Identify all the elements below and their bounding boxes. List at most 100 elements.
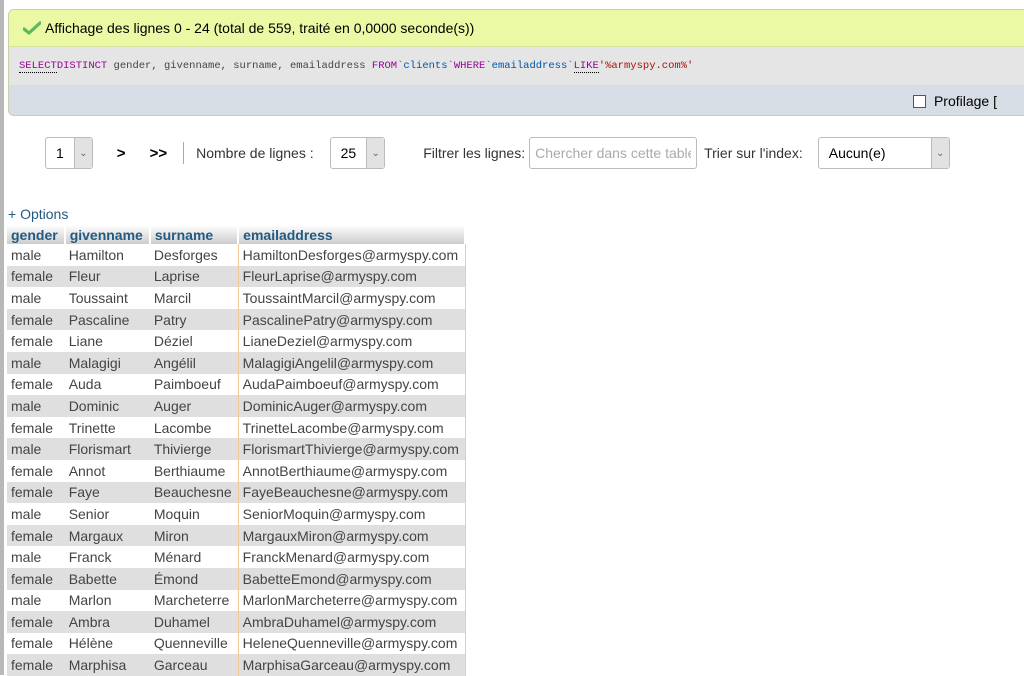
table-row[interactable]: female Liane Déziel LianeDeziel@armyspy.com xyxy=(7,330,466,352)
column-header-emailaddress[interactable]: emailaddress xyxy=(238,225,467,244)
column-header-givenname[interactable]: givenname xyxy=(64,225,151,244)
sql-keyword-from: FROM xyxy=(371,60,398,72)
last-page-button[interactable]: >> xyxy=(150,145,168,162)
rows-per-page-select[interactable]: 25 ⌄ xyxy=(329,137,386,169)
cell-surname: Émond xyxy=(149,567,239,590)
header-row: gender givenname surname emailaddress xyxy=(7,225,467,244)
table-row[interactable]: female Trinette Lacombe TrinetteLacombe@arm… xyxy=(7,416,466,439)
cell-surname: Miron xyxy=(149,524,239,547)
filter-rows-input[interactable] xyxy=(529,137,698,169)
next-page-button[interactable]: > xyxy=(117,145,126,162)
cell-givenname: Fleur xyxy=(64,265,150,288)
cell-givenname: Marlon xyxy=(64,589,150,612)
cell-givenname: Dominic xyxy=(64,395,150,417)
table-row[interactable]: female Marphisa Garceau MarphisaGarceau@arm… xyxy=(7,654,466,676)
sort-index-select[interactable]: Aucun(e) ⌄ xyxy=(817,137,950,169)
sql-column: `emailaddress` xyxy=(485,60,574,72)
cell-emailaddress: MarlonMarcheterre@armyspy.com xyxy=(237,589,466,612)
cell-emailaddress: FayeBeauchesne@armyspy.com xyxy=(237,481,466,504)
table-row[interactable]: female Auda Paimboeuf AudaPaimboeuf@armyspy… xyxy=(7,373,466,396)
cell-gender: male xyxy=(7,395,65,417)
cell-emailaddress: AnnotBerthiaume@armyspy.com xyxy=(237,459,466,482)
sql-table: `clients` xyxy=(397,60,454,72)
rows-label: Nombre de lignes : xyxy=(196,145,314,161)
cell-givenname: Malagigi xyxy=(64,351,150,374)
cell-gender: male xyxy=(7,438,65,460)
table-row[interactable]: female Hélène Quenneville HeleneQuenneville… xyxy=(7,632,466,655)
cell-givenname: Margaux xyxy=(64,524,150,547)
cell-surname: Patry xyxy=(149,308,239,331)
table-row[interactable]: female Babette Émond BabetteEmond@armyspy.c… xyxy=(7,567,466,590)
cell-emailaddress: BabetteEmond@armyspy.com xyxy=(237,567,466,590)
cell-emailaddress: FleurLaprise@armyspy.com xyxy=(237,265,466,288)
cell-givenname: Ambra xyxy=(64,611,150,633)
table-row[interactable]: male Franck Ménard FranckMenard@armyspy.com xyxy=(7,546,466,568)
cell-surname: Déziel xyxy=(149,330,239,352)
cell-emailaddress: AmbraDuhamel@armyspy.com xyxy=(237,611,466,633)
cell-emailaddress: HeleneQuenneville@armyspy.com xyxy=(237,632,466,655)
cell-gender: female xyxy=(7,524,65,547)
options-link[interactable]: + Options xyxy=(8,206,68,222)
cell-emailaddress: LianeDeziel@armyspy.com xyxy=(237,330,466,352)
table-row[interactable]: female Margaux Miron MargauxMiron@armyspy.c… xyxy=(7,524,466,547)
profiling-label: Profilage [ xyxy=(933,93,997,109)
cell-emailaddress: MargauxMiron@armyspy.com xyxy=(237,524,466,547)
cell-surname: Berthiaume xyxy=(149,459,239,482)
table-row[interactable]: female Fleur Laprise FleurLaprise@armyspy.c… xyxy=(7,265,466,288)
column-header-surname[interactable]: surname xyxy=(149,225,240,244)
page-select[interactable]: 1 ⌄ xyxy=(45,137,93,169)
page-select-value: 1 xyxy=(56,145,64,161)
profiling-checkbox[interactable] xyxy=(912,94,926,108)
cell-surname: Auger xyxy=(149,395,239,417)
cell-emailaddress: FlorismartThivierge@armyspy.com xyxy=(237,438,466,460)
cell-emailaddress: MalagigiAngelil@armyspy.com xyxy=(237,351,466,374)
sql-pattern: '%armyspy.com%' xyxy=(598,60,694,72)
profiling-bar: Profilage [ xyxy=(9,85,1024,115)
cell-gender: male xyxy=(7,546,65,568)
table-row[interactable]: male Senior Moquin SeniorMoquin@armyspy.com xyxy=(7,503,466,525)
table-row[interactable]: female Ambra Duhamel AmbraDuhamel@armyspy.c… xyxy=(7,611,466,633)
sql-keyword-where: WHERE xyxy=(453,60,486,72)
table-row[interactable]: male Florismart Thivierge FlorismartThivier… xyxy=(7,438,466,460)
cell-surname: Marcheterre xyxy=(149,589,239,612)
cell-surname: Laprise xyxy=(149,265,239,288)
cell-givenname: Pascaline xyxy=(64,308,150,331)
status-text: Affichage des lignes 0 - 24 (total de 55… xyxy=(45,20,475,36)
table-row[interactable]: male Toussaint Marcil ToussaintMarcil@armys… xyxy=(7,287,466,309)
check-icon xyxy=(23,21,41,35)
sql-query: SELECT DISTINCT gender, givenname, surna… xyxy=(9,47,1024,85)
cell-givenname: Senior xyxy=(64,503,150,525)
sql-keyword-select[interactable]: SELECT xyxy=(19,60,57,73)
column-header-gender[interactable]: gender xyxy=(7,225,66,244)
cell-givenname: Marphisa xyxy=(64,654,150,676)
cell-gender: female xyxy=(7,481,65,504)
cell-givenname: Liane xyxy=(64,330,150,352)
table-row[interactable]: male Dominic Auger DominicAuger@armyspy.com xyxy=(7,395,466,417)
chevron-down-icon: ⌄ xyxy=(366,138,385,168)
cell-emailaddress: SeniorMoquin@armyspy.com xyxy=(237,503,466,525)
cell-emailaddress: AudaPaimboeuf@armyspy.com xyxy=(237,373,466,396)
cell-surname: Paimboeuf xyxy=(149,373,239,396)
table-row[interactable]: female Faye Beauchesne FayeBeauchesne@armys… xyxy=(7,481,466,504)
table-row[interactable]: male Hamilton Desforges HamiltonDesforges@a… xyxy=(7,244,466,266)
pagination-bar: 1 ⌄ > >> Nombre de lignes : 25 ⌄ Filtrer… xyxy=(45,137,950,169)
cell-surname: Lacombe xyxy=(149,416,239,439)
cell-gender: female xyxy=(7,265,65,288)
cell-givenname: Florismart xyxy=(64,438,150,460)
cell-emailaddress: HamiltonDesforges@armyspy.com xyxy=(237,244,466,266)
cell-gender: female xyxy=(7,632,65,655)
cell-gender: female xyxy=(7,416,65,439)
cell-emailaddress: FranckMenard@armyspy.com xyxy=(237,546,466,568)
table-row[interactable]: female Pascaline Patry PascalinePatry@armys… xyxy=(7,308,466,331)
cell-gender: male xyxy=(7,351,65,374)
table-row[interactable]: male Malagigi Angélil MalagigiAngelil@armys… xyxy=(7,351,466,374)
cell-gender: female xyxy=(7,373,65,396)
cell-surname: Marcil xyxy=(149,287,239,309)
cell-gender: male xyxy=(7,287,65,309)
table-row[interactable]: male Marlon Marcheterre MarlonMarcheterre@a… xyxy=(7,589,466,612)
table-row[interactable]: female Annot Berthiaume AnnotBerthiaume@arm… xyxy=(7,459,466,482)
cell-surname: Angélil xyxy=(149,351,239,374)
cell-gender: female xyxy=(7,459,65,482)
sql-keyword-distinct: DISTINCT xyxy=(56,60,108,72)
sql-keyword-like[interactable]: LIKE xyxy=(573,60,599,73)
